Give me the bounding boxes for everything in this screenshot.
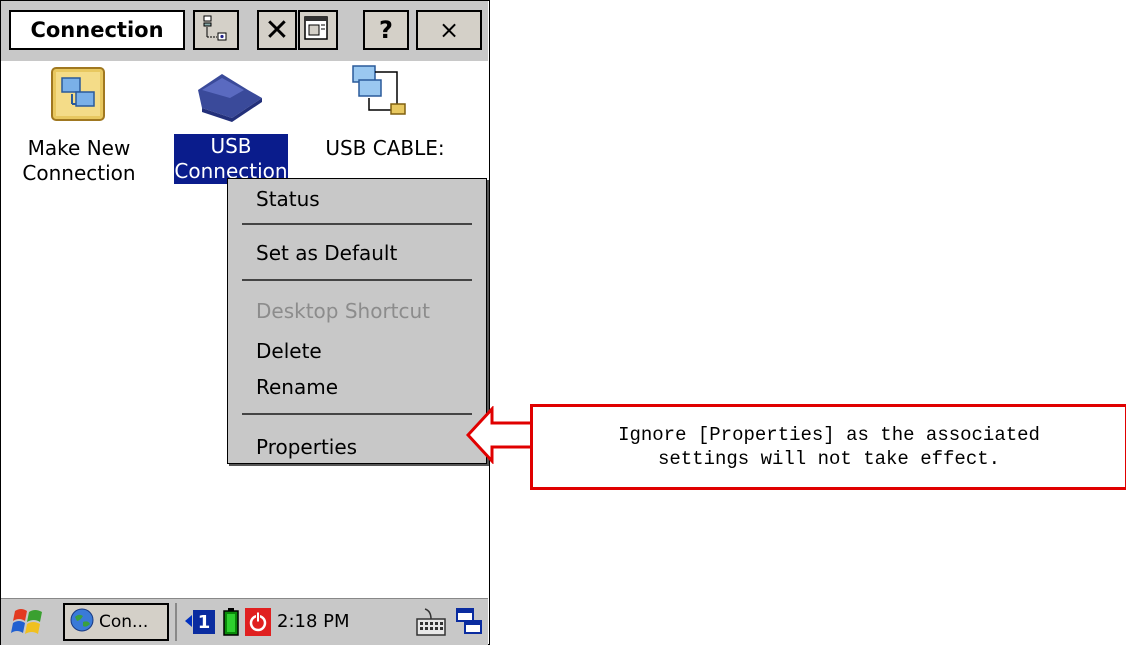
- taskbar: Con... 1 2:18 PM: [1, 598, 488, 645]
- input-number-label: 1: [197, 611, 211, 633]
- switch-windows-icon[interactable]: [453, 605, 485, 641]
- menu-separator: [242, 279, 472, 281]
- system-tray: 1 2:18 PM: [175, 603, 449, 641]
- battery-icon[interactable]: [223, 608, 239, 640]
- make-new-connection-icon: [48, 67, 108, 128]
- properties-icon: [303, 13, 333, 47]
- help-button[interactable]: ?: [363, 10, 409, 50]
- callout-arrow-icon: [466, 406, 536, 464]
- usb-connection-icon: [192, 74, 268, 128]
- icon-label-line: USB CABLE:: [325, 136, 445, 160]
- properties-button[interactable]: [298, 10, 338, 50]
- menu-item-delete[interactable]: Delete: [256, 339, 322, 363]
- icon-label-line: USB: [210, 134, 252, 158]
- make-new-connection-label[interactable]: Make New Connection: [14, 136, 144, 186]
- annotation-callout: Ignore [Properties] as the associated se…: [530, 404, 1126, 490]
- menu-separator: [242, 413, 472, 415]
- usb-connection-label[interactable]: USB Connection: [166, 133, 296, 185]
- close-button[interactable]: ×: [416, 10, 482, 50]
- menu-item-desktop-shortcut: Desktop Shortcut: [256, 299, 431, 323]
- usb-connection-item[interactable]: [192, 68, 268, 128]
- taskbar-connection-label: Con...: [99, 612, 149, 632]
- icon-label-line: Make New: [27, 136, 131, 160]
- menu-separator: [242, 223, 472, 225]
- delete-button[interactable]: ✕: [257, 10, 297, 50]
- power-icon[interactable]: [245, 608, 271, 640]
- network-tree-icon: [201, 13, 231, 47]
- input-number-indicator[interactable]: 1: [193, 610, 215, 634]
- scroll-left-icon[interactable]: [183, 613, 193, 633]
- network-cable-icon: [345, 65, 415, 128]
- menu-item-status[interactable]: Status: [256, 187, 320, 211]
- make-new-connection-item[interactable]: [48, 64, 108, 128]
- clock[interactable]: 2:18 PM: [277, 611, 350, 632]
- menu-item-set-as-default[interactable]: Set as Default: [256, 241, 397, 265]
- taskbar-connection-button[interactable]: Con...: [63, 603, 169, 641]
- network-view-button[interactable]: [193, 10, 239, 50]
- title-toolbar: Connection ✕ ? ×: [1, 1, 488, 61]
- menu-item-rename[interactable]: Rename: [256, 375, 338, 399]
- usb-cable-label[interactable]: USB CABLE:: [310, 136, 460, 161]
- delete-x-icon: ✕: [264, 12, 290, 48]
- usb-cable-item[interactable]: [345, 62, 415, 128]
- window-title: Connection: [9, 10, 185, 50]
- callout-line-2: settings will not take effect.: [657, 448, 1001, 470]
- callout-line-1: Ignore [Properties] as the associated: [618, 424, 1040, 446]
- menu-item-properties[interactable]: Properties: [256, 435, 357, 459]
- windows-logo-icon: [9, 609, 49, 643]
- device-screen: Connection ✕ ? × Make New Connection USB…: [0, 0, 490, 645]
- globe-icon: [69, 607, 95, 638]
- icon-label-line: Connection: [22, 161, 136, 185]
- keyboard-icon[interactable]: [415, 605, 447, 641]
- start-button[interactable]: [9, 605, 49, 639]
- context-menu: Status Set as Default Desktop Shortcut D…: [227, 178, 487, 464]
